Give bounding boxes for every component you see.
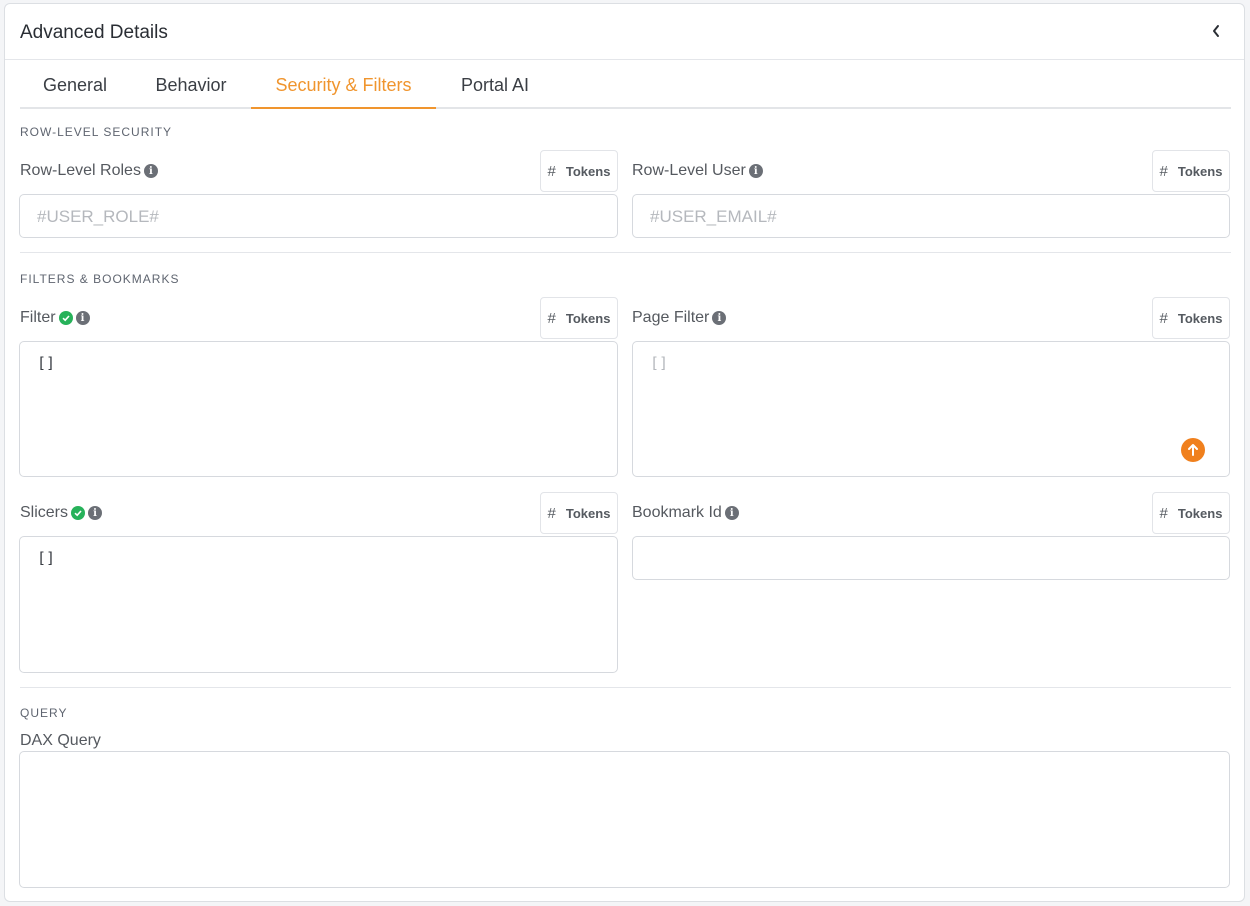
tokens-label: Tokens — [1177, 163, 1223, 179]
upload-button[interactable] — [1181, 438, 1205, 462]
filter-textarea[interactable]: [] — [19, 341, 618, 477]
filter-tokens-button[interactable]: # Tokens — [540, 297, 618, 339]
tokens-label: Tokens — [1177, 505, 1223, 521]
row-level-user-tokens-button[interactable]: # Tokens — [1152, 150, 1230, 192]
panel-header: Advanced Details — [5, 4, 1244, 60]
dax-query-textarea[interactable] — [19, 751, 1230, 888]
panel-title: Advanced Details — [20, 22, 168, 43]
advanced-details-panel: Advanced Details General Behavior Securi… — [4, 3, 1245, 902]
dax-query-label: DAX Query — [20, 732, 101, 750]
page-filter-tokens-button[interactable]: # Tokens — [1152, 297, 1230, 339]
hash-icon: # — [1159, 309, 1168, 327]
info-icon[interactable]: i — [724, 506, 739, 520]
hash-icon: # — [547, 309, 556, 327]
row-level-user-label-text: Row-Level User — [632, 162, 746, 179]
filter-label-text: Filter — [20, 309, 56, 326]
row-level-roles-tokens-button[interactable]: # Tokens — [540, 150, 618, 192]
info-icon[interactable]: i — [712, 311, 727, 325]
slicers-tokens-button[interactable]: # Tokens — [540, 492, 618, 534]
slicers-textarea[interactable]: [] — [19, 536, 618, 673]
hash-icon: # — [547, 504, 556, 522]
tab-bar: General Behavior Security & Filters Port… — [20, 60, 1231, 109]
hash-icon: # — [547, 162, 556, 180]
row-level-roles-input[interactable]: #USER_ROLE# — [19, 194, 618, 238]
info-icon[interactable]: i — [75, 311, 90, 325]
row-level-roles-label-text: Row-Level Roles — [20, 162, 141, 179]
tokens-label: Tokens — [565, 505, 611, 521]
hash-icon: # — [1159, 504, 1168, 522]
collapse-button[interactable] — [1206, 21, 1226, 41]
slicers-label-text: Slicers — [20, 504, 69, 521]
tokens-label: Tokens — [565, 310, 611, 326]
row-level-user-input[interactable]: #USER_EMAIL# — [632, 194, 1230, 238]
check-circle-icon — [58, 311, 73, 325]
info-icon[interactable]: i — [88, 506, 103, 520]
section-filters-bookmarks: FILTERS & BOOKMARKS — [20, 272, 180, 286]
tab-behavior[interactable]: Behavior — [136, 60, 246, 109]
info-icon[interactable]: i — [143, 164, 158, 178]
bookmark-id-label-text: Bookmark Id — [632, 504, 722, 521]
divider — [20, 687, 1231, 688]
info-icon[interactable]: i — [748, 164, 763, 178]
bookmark-id-label: Bookmark Id i — [632, 504, 739, 522]
bookmark-id-tokens-button[interactable]: # Tokens — [1152, 492, 1230, 534]
tab-security-filters[interactable]: Security & Filters — [251, 60, 436, 109]
filter-label: Filter i — [20, 309, 90, 327]
divider — [20, 252, 1231, 253]
hash-icon: # — [1159, 162, 1168, 180]
tokens-label: Tokens — [1177, 310, 1223, 326]
arrow-up-icon — [1188, 444, 1198, 456]
slicers-label: Slicers i — [20, 504, 103, 522]
tab-portal-ai[interactable]: Portal AI — [440, 60, 550, 109]
check-circle-icon — [71, 506, 86, 520]
page-filter-textarea[interactable]: [] — [632, 341, 1230, 477]
row-level-roles-label: Row-Level Roles i — [20, 162, 158, 180]
row-level-user-label: Row-Level User i — [632, 162, 763, 180]
page-filter-label-text: Page Filter — [632, 309, 710, 326]
page-filter-label: Page Filter i — [632, 309, 727, 327]
tokens-label: Tokens — [565, 163, 611, 179]
chevron-left-icon — [1213, 25, 1219, 37]
section-row-level-security: ROW-LEVEL SECURITY — [20, 125, 173, 139]
dax-query-label-text: DAX Query — [20, 732, 101, 749]
section-query: QUERY — [20, 706, 68, 720]
tab-general[interactable]: General — [20, 60, 130, 109]
bookmark-id-input[interactable] — [632, 536, 1230, 580]
